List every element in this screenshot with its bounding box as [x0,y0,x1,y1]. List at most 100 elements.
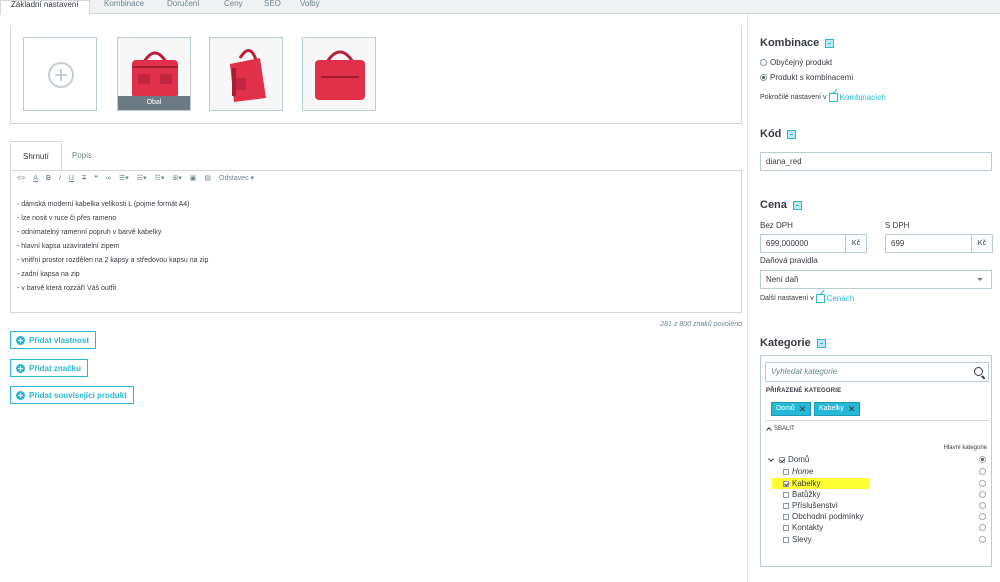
char-counter: 281 z 800 znaků povoleno [660,321,742,328]
tree-item-home-sub[interactable]: Home [783,466,813,477]
help-icon[interactable] [816,338,826,348]
tab-basic-settings[interactable]: Základní nastavení [0,0,90,15]
cover-label: Obal [118,96,190,110]
collapse-tree-button[interactable]: SBALIT [766,426,795,433]
summary-line: - zadní kapsa na zip [17,271,80,278]
summary-line: - lze nosit v ruce či přes rameno [17,215,117,222]
add-feature-label: Přidat vlastnost [29,335,90,345]
italic-icon[interactable]: I [59,175,61,182]
editor-toolbar: <> A B I U T ❝ ∞ ☰▾ ☷▾ ☷▾ ⊞▾ ▣ ▤ Odstave… [11,171,741,185]
code-view-icon[interactable]: <> [17,175,25,182]
tab-combinations[interactable]: Kombinace [104,0,144,14]
checkbox[interactable] [783,468,789,475]
add-related-product-button[interactable]: Přidat související produkt [10,386,134,404]
bold-icon[interactable]: B [46,175,51,182]
table-icon[interactable]: ⊞▾ [172,174,181,182]
checkbox[interactable] [783,513,789,520]
tab-description[interactable]: Popis [72,141,92,170]
checkbox-checked[interactable] [783,480,789,487]
main-category-radio[interactable] [979,456,986,463]
chevron-down-icon [977,278,983,281]
checkbox[interactable] [783,524,789,531]
category-title: Kategorie [760,337,826,349]
checkbox[interactable] [783,502,789,509]
external-link-icon [815,294,825,303]
add-feature-button[interactable]: Přidat vlastnost [10,331,97,349]
numbered-list-icon[interactable]: ☷▾ [155,174,165,182]
checkbox[interactable] [783,536,789,543]
tree-item-accessories[interactable]: Příslušenství [783,500,838,511]
tree-item-discounts[interactable]: Slevy [783,534,812,545]
strikethrough-icon[interactable]: T [82,175,86,182]
tab-summary[interactable]: Shrnutí [10,141,62,171]
reference-code-input[interactable]: diana_red [760,152,992,171]
underline-icon[interactable]: U [69,175,74,182]
tab-shipping[interactable]: Doručení [167,0,199,14]
tree-item-contacts[interactable]: Kontakty [783,522,823,533]
chevron-down-icon[interactable] [768,455,774,462]
checkbox[interactable] [783,491,789,498]
product-image-2[interactable] [209,37,283,111]
product-image-3[interactable] [302,37,376,111]
top-tab-bar: Základní nastavení Kombinace Doručení Ce… [0,0,1000,15]
editor-content[interactable]: - dámská moderní kabelka velikosti L (po… [11,185,741,296]
main-category-radio[interactable] [979,513,986,520]
main-category-radio[interactable] [979,502,986,509]
tax-rule-label: Daňová pravidla [760,256,818,265]
product-image-cover[interactable]: Obal [117,37,191,111]
tree-item-terms[interactable]: Obchodní podmínky [783,511,864,522]
help-icon[interactable] [787,129,797,139]
rich-text-editor[interactable]: <> A B I U T ❝ ∞ ☰▾ ☷▾ ☷▾ ⊞▾ ▣ ▤ Odstave… [10,170,742,313]
combinations-advanced-note: Pokročilé nastavení v Kombinacích [760,93,886,102]
price-more-note: Další nastavení v Cenách [760,294,855,303]
price-without-tax-input[interactable]: 699,000000 [760,234,846,253]
add-image-dropzone[interactable] [23,37,97,111]
plus-circle-icon [16,390,25,400]
code-title: Kód [760,128,797,140]
text-color-icon[interactable]: A [33,175,38,182]
link-icon[interactable]: ∞ [106,175,111,182]
radio-product-with-combinations[interactable]: Produkt s kombinacemi [760,73,853,82]
tab-prices[interactable]: Ceny [224,0,243,14]
prices-link[interactable]: Cenách [815,294,854,303]
red-handbag-back-image [315,50,365,100]
media-icon[interactable]: ▤ [204,174,211,182]
price-with-tax-input[interactable]: 699 [885,234,972,253]
image-icon[interactable]: ▣ [190,174,197,182]
tab-seo[interactable]: SEO [264,0,281,14]
tree-item-home[interactable]: Domů [768,454,809,465]
bullet-list-icon[interactable]: ☷▾ [137,174,147,182]
category-search-input[interactable]: Vyhledat kategorie [765,362,989,382]
tree-item-backpacks[interactable]: Batůžky [783,489,820,500]
tab-options[interactable]: Volby [300,0,320,14]
quote-icon[interactable]: ❝ [94,174,98,182]
paragraph-format-select[interactable]: Odstavec ▾ [219,174,254,182]
main-category-radio[interactable] [979,491,986,498]
align-icon[interactable]: ☰▾ [119,174,129,182]
summary-line: - hlavní kapsa uzavíratelní zipem [17,243,120,250]
main-category-radio[interactable] [979,468,986,475]
tax-rule-select[interactable]: Není daň [760,270,992,289]
currency-addon: Kč [845,234,867,253]
main-category-radio[interactable] [979,480,986,487]
search-icon[interactable] [974,367,983,376]
combinations-link[interactable]: Kombinacích [828,93,886,102]
plus-circle-icon [16,335,25,345]
main-category-radio[interactable] [979,536,986,543]
close-icon[interactable]: ✕ [848,404,856,414]
checkbox-checked[interactable] [779,456,785,463]
add-brand-label: Přidat značku [29,363,82,373]
external-link-icon [828,93,838,102]
price-title: Cena [760,199,802,211]
radio-checked-icon[interactable] [760,74,767,81]
help-icon[interactable] [825,38,835,48]
radio-icon[interactable] [760,59,767,66]
summary-line: - v barvě která rozzáří Váš outfit [17,285,117,292]
red-handbag-side-image [230,49,266,102]
main-category-radio[interactable] [979,524,986,531]
radio-simple-product[interactable]: Obyčejný produkt [760,58,832,67]
help-icon[interactable] [792,200,802,210]
add-brand-button[interactable]: Přidat značku [10,359,89,377]
tree-item-handbags[interactable]: Kabelky [783,478,820,489]
close-icon[interactable]: ✕ [799,404,807,414]
